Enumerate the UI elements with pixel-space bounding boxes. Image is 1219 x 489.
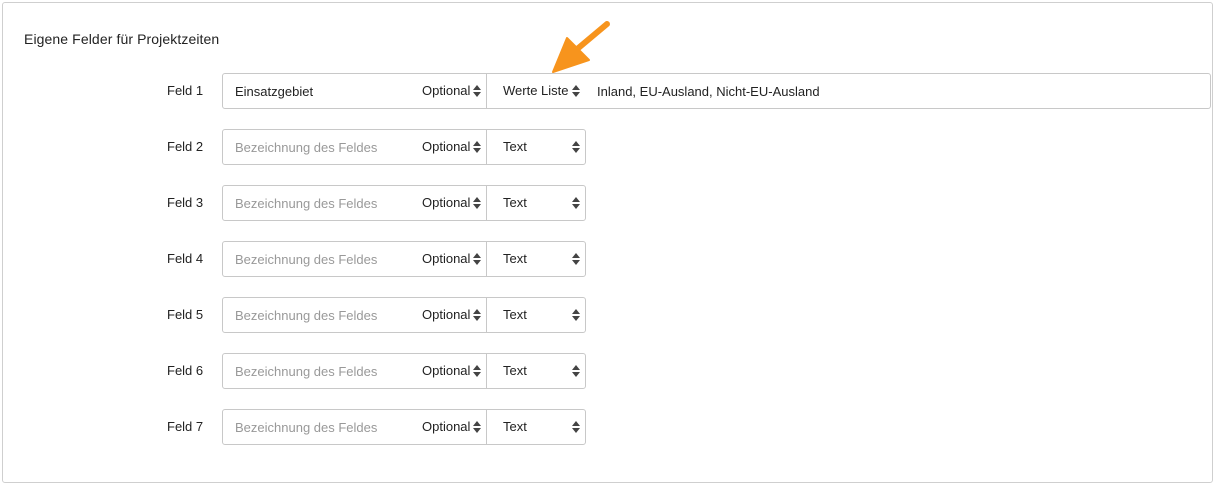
field-name-input[interactable] <box>222 353 406 389</box>
field-name-input[interactable] <box>222 409 406 445</box>
type-select[interactable]: Text <box>486 353 586 389</box>
type-select-value: Text <box>503 419 527 434</box>
type-select-value: Text <box>503 307 527 322</box>
type-select[interactable]: Text <box>486 409 586 445</box>
updown-arrows-icon <box>473 421 481 433</box>
requirement-select[interactable]: Optional <box>405 129 487 165</box>
requirement-select-value: Optional <box>422 419 471 434</box>
panel-title: Eigene Felder für Projektzeiten <box>24 31 220 47</box>
updown-arrows-icon <box>473 309 481 321</box>
type-select[interactable]: Text <box>486 297 586 333</box>
field-name-input[interactable] <box>222 73 406 109</box>
requirement-select-value: Optional <box>422 83 471 98</box>
updown-arrows-icon <box>572 309 580 321</box>
updown-arrows-icon <box>572 197 580 209</box>
field-row-3: Feld 3 Optional Text <box>3 185 603 221</box>
type-select[interactable]: Werte Liste <box>486 73 586 109</box>
field-name-input[interactable] <box>222 185 406 221</box>
updown-arrows-icon <box>473 365 481 377</box>
requirement-select[interactable]: Optional <box>405 297 487 333</box>
updown-arrows-icon <box>572 365 580 377</box>
requirement-select-value: Optional <box>422 139 471 154</box>
updown-arrows-icon <box>473 141 481 153</box>
field-label: Feld 5 <box>167 307 204 322</box>
field-label: Feld 1 <box>167 83 204 98</box>
values-list-input[interactable] <box>585 73 1211 109</box>
type-select[interactable]: Text <box>486 241 586 277</box>
field-row-4: Feld 4 Optional Text <box>3 241 603 277</box>
field-row-5: Feld 5 Optional Text <box>3 297 603 333</box>
type-select[interactable]: Text <box>486 185 586 221</box>
requirement-select[interactable]: Optional <box>405 241 487 277</box>
type-select-value: Text <box>503 195 527 210</box>
type-select[interactable]: Text <box>486 129 586 165</box>
field-label: Feld 2 <box>167 139 204 154</box>
type-select-value: Text <box>503 251 527 266</box>
field-row-6: Feld 6 Optional Text <box>3 353 603 389</box>
field-name-input[interactable] <box>222 241 406 277</box>
updown-arrows-icon <box>473 85 481 97</box>
field-name-input[interactable] <box>222 297 406 333</box>
field-label: Feld 3 <box>167 195 204 210</box>
updown-arrows-icon <box>572 253 580 265</box>
field-label: Feld 7 <box>167 419 204 434</box>
field-label: Feld 4 <box>167 251 204 266</box>
requirement-select-value: Optional <box>422 307 471 322</box>
updown-arrows-icon <box>572 421 580 433</box>
field-name-input[interactable] <box>222 129 406 165</box>
requirement-select[interactable]: Optional <box>405 185 487 221</box>
field-row-1: Feld 1 Optional Werte Liste <box>3 73 1214 109</box>
updown-arrows-icon <box>572 85 580 97</box>
type-select-value: Werte Liste <box>503 83 569 98</box>
field-row-7: Feld 7 Optional Text <box>3 409 603 445</box>
updown-arrows-icon <box>473 197 481 209</box>
field-row-2: Feld 2 Optional Text <box>3 129 603 165</box>
type-select-value: Text <box>503 363 527 378</box>
requirement-select[interactable]: Optional <box>405 409 487 445</box>
requirement-select-value: Optional <box>422 195 471 210</box>
updown-arrows-icon <box>473 253 481 265</box>
requirement-select[interactable]: Optional <box>405 353 487 389</box>
custom-fields-panel: Eigene Felder für Projektzeiten Feld 1 O… <box>2 2 1213 483</box>
requirement-select[interactable]: Optional <box>405 73 487 109</box>
field-label: Feld 6 <box>167 363 204 378</box>
updown-arrows-icon <box>572 141 580 153</box>
requirement-select-value: Optional <box>422 363 471 378</box>
type-select-value: Text <box>503 139 527 154</box>
requirement-select-value: Optional <box>422 251 471 266</box>
